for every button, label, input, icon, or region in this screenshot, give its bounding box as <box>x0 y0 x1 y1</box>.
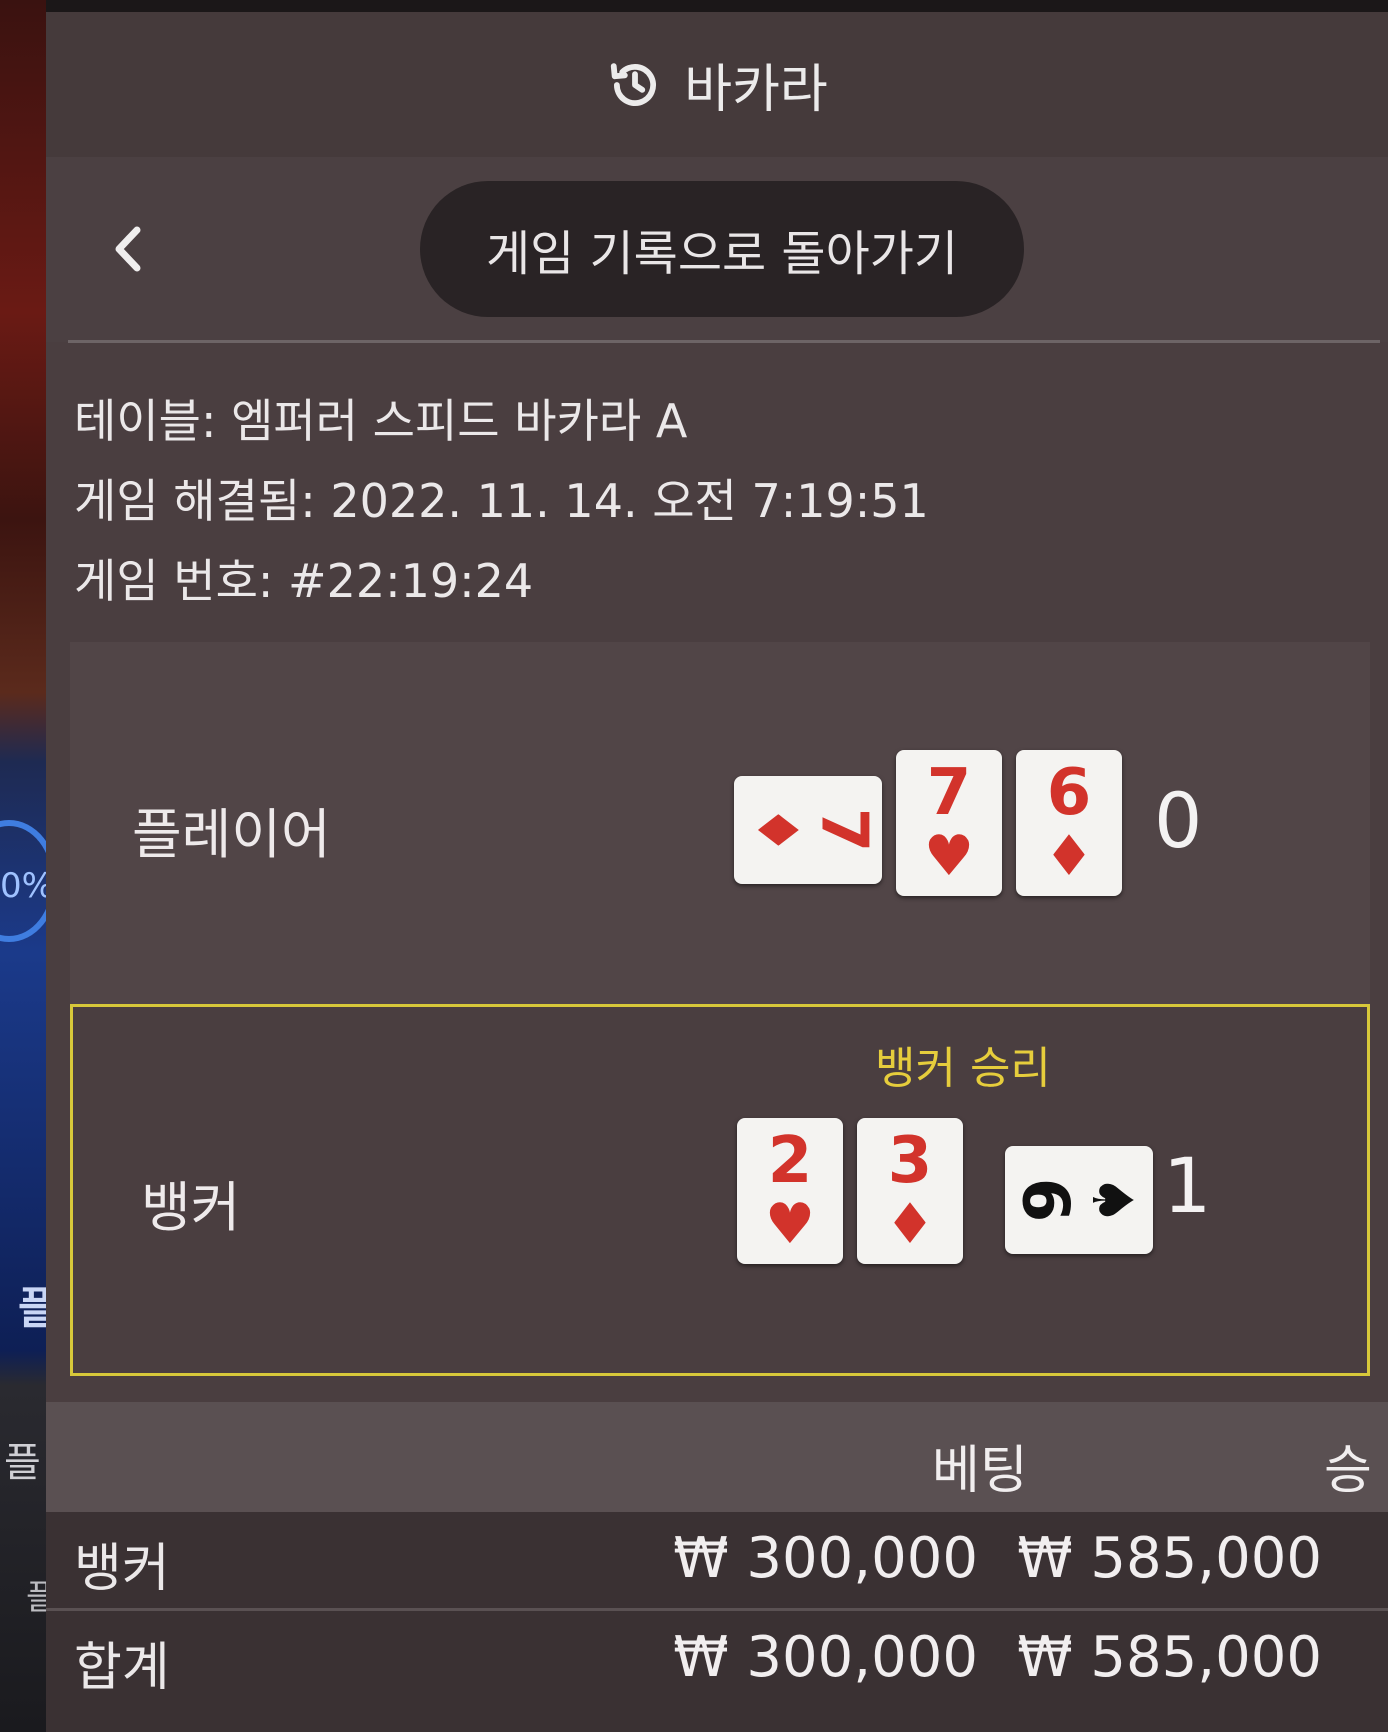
banker-hand-row: 뱅커 승리 뱅커 2 ♥ 3 ♦ 6 ♠ 1 <box>70 1004 1370 1376</box>
column-header-bet: 베팅 <box>932 1441 1028 1501</box>
total-win-amount: ₩ 585,000 <box>1017 1625 1322 1690</box>
playing-card: 6 ♠ <box>1005 1146 1153 1254</box>
table-row: 뱅커 ₩ 300,000 ₩ 585,000 <box>46 1512 1388 1608</box>
heart-suit-icon: ♥ <box>764 1192 816 1257</box>
playing-card: ♦ 7 <box>734 776 882 884</box>
card-rank: 2 <box>767 1124 813 1198</box>
history-icon <box>611 62 657 106</box>
playing-card: 7 ♥ <box>896 750 1002 896</box>
player-hand-row: 플레이어 ♦ 7 7 ♥ 6 ♦ 0 <box>70 642 1370 1004</box>
return-to-history-button[interactable]: 게임 기록으로 돌아가기 <box>420 181 1024 317</box>
game-history-panel: 바카라 게임 기록으로 돌아가기 테이블: 엠퍼러 스피드 바카라 A 게임 해… <box>46 0 1388 1732</box>
playing-card: 6 ♦ <box>1016 750 1122 896</box>
resolved-time: 게임 해결됨: 2022. 11. 14. 오전 7:19:51 <box>74 474 929 528</box>
card-rank: 7 <box>926 756 972 830</box>
banker-label: 뱅커 <box>141 1176 241 1239</box>
total-label: 합계 <box>74 1638 170 1698</box>
table-row: 합계 ₩ 300,000 ₩ 585,000 <box>46 1611 1388 1732</box>
game-number: 게임 번호: #22:19:24 <box>74 554 534 608</box>
diamond-suit-icon: ♦ <box>1043 824 1095 889</box>
playing-card: 3 ♦ <box>857 1118 963 1264</box>
total-bet-amount: ₩ 300,000 <box>673 1625 978 1690</box>
chevron-left-icon <box>115 226 141 272</box>
spade-suit-icon: ♠ <box>1079 1174 1145 1226</box>
diamond-suit-icon: ♦ <box>884 1192 936 1257</box>
bet-amount: ₩ 300,000 <box>673 1526 978 1591</box>
column-header-win: 승 <box>1324 1441 1372 1501</box>
divider <box>68 340 1380 343</box>
playing-card: 2 ♥ <box>737 1118 843 1264</box>
bets-table-header: 베팅 승 <box>46 1402 1388 1512</box>
card-rank: 7 <box>806 807 881 853</box>
back-button[interactable] <box>98 219 158 279</box>
player-score: 0 <box>1154 776 1203 865</box>
player-label: 플레이어 <box>132 803 331 866</box>
top-bar <box>46 0 1388 12</box>
banker-score: 1 <box>1163 1141 1212 1230</box>
panel-header: 바카라 <box>46 12 1388 157</box>
bet-name: 뱅커 <box>74 1539 170 1599</box>
heart-suit-icon: ♥ <box>923 824 975 889</box>
page-title: 바카라 <box>684 60 828 120</box>
background-text: 플 <box>4 1440 41 1486</box>
card-rank: 6 <box>1046 756 1092 830</box>
banker-win-text: 뱅커 승리 <box>875 1043 1051 1094</box>
win-amount: ₩ 585,000 <box>1017 1526 1322 1591</box>
nav-bar: 게임 기록으로 돌아가기 <box>46 157 1388 342</box>
background-game-view: 0% 플 플 플 <box>0 0 58 1732</box>
card-rank: 6 <box>1006 1177 1081 1223</box>
card-rank: 3 <box>887 1124 933 1198</box>
table-name: 테이블: 엠퍼러 스피드 바카라 A <box>74 394 688 448</box>
diamond-suit-icon: ♦ <box>743 804 809 856</box>
